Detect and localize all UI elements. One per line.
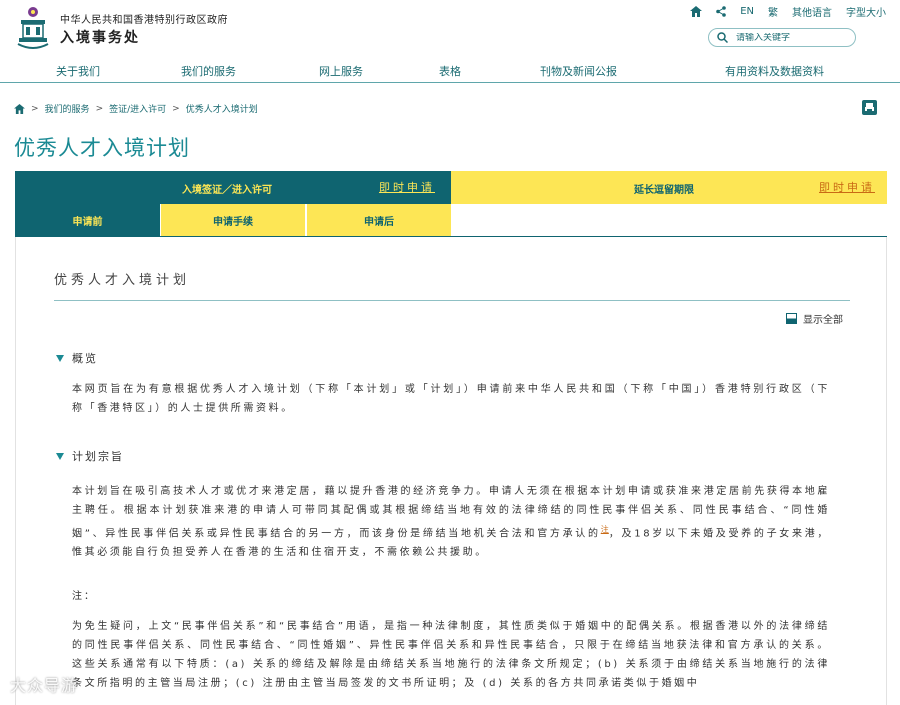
top-links: EN 繁 其他语言 字型大小	[690, 4, 886, 19]
hksar-emblem-icon[interactable]	[14, 6, 52, 50]
section-objective-label: 计划宗旨	[72, 450, 124, 463]
search-input[interactable]	[736, 32, 846, 43]
watermark: 大众导游	[10, 676, 79, 695]
breadcrumb-separator: >	[31, 103, 39, 114]
lang-tc-link[interactable]: 繁	[768, 4, 778, 19]
search-box	[708, 28, 856, 47]
sub-tabs: 申请前 申请手续 申请后	[15, 204, 451, 237]
tab-entry-visa-label: 入境签证／进入许可	[182, 185, 272, 196]
page-title: 优秀人才入境计划	[14, 136, 190, 160]
main-nav: 关于我们 我们的服务 网上服务 表格 刊物及新闻公报 有用资料及数据资料	[0, 58, 900, 83]
tab-extension[interactable]: 延长逗留期限 即时申请	[451, 171, 887, 204]
expand-all-icon	[786, 313, 797, 324]
subtab-before-apply[interactable]: 申请前	[15, 204, 160, 237]
subtab-procedure[interactable]: 申请手续	[160, 204, 305, 237]
nav-forms[interactable]: 表格	[439, 63, 461, 79]
overview-text: 本网页旨在为有意根据优秀人才入境计划（下称「本计划」或「计划」）申请前来中华人民…	[72, 384, 830, 414]
collapse-triangle-icon	[56, 354, 64, 362]
apply-now-link[interactable]: 即时申请	[379, 179, 435, 195]
subtab-after-apply[interactable]: 申请后	[306, 204, 451, 237]
lang-en-link[interactable]: EN	[740, 6, 754, 17]
home-icon[interactable]	[690, 6, 703, 17]
main-tabs: 入境签证／进入许可 即时申请 延长逗留期限 即时申请	[15, 171, 887, 204]
nav-publications[interactable]: 刊物及新闻公报	[540, 63, 617, 79]
section-overview-label: 概览	[72, 352, 98, 365]
note-text: 为免生疑问，上文“民事伴侣关系”和“民事结合”用语，是指一种法律制度，其性质类似…	[72, 621, 830, 689]
tab-entry-visa[interactable]: 入境签证／进入许可 即时申请	[15, 171, 451, 204]
nav-our-services[interactable]: 我们的服务	[181, 63, 236, 79]
nav-about-us[interactable]: 关于我们	[56, 63, 100, 79]
section-overview-heading[interactable]: 概览	[56, 350, 98, 366]
nav-useful-info[interactable]: 有用资料及数据资料	[725, 63, 824, 79]
nav-online-services[interactable]: 网上服务	[319, 63, 363, 79]
objective-text: 本计划旨在吸引高技术人才或优才来港定居，藉以提升香港的经济竞争力。申请人无须在根…	[72, 482, 830, 562]
show-all-label: 显示全部	[803, 315, 843, 326]
home-icon[interactable]	[14, 103, 25, 114]
breadcrumb-current: 优秀人才入境计划	[185, 105, 258, 115]
font-size-link[interactable]: 字型大小	[846, 4, 886, 19]
share-icon[interactable]	[716, 6, 726, 17]
print-icon[interactable]	[862, 100, 877, 115]
breadcrumb: > 我们的服务 > 签证/进入许可 > 优秀人才入境计划	[14, 102, 258, 115]
apply-now-link-extension[interactable]: 即时申请	[819, 179, 875, 195]
other-languages-link[interactable]: 其他语言	[792, 4, 832, 19]
content-panel: 优秀人才入境计划 显示全部 概览 本网页旨在为有意根据优秀人才入境计划（下称「本…	[15, 237, 887, 705]
show-all-toggle[interactable]: 显示全部	[786, 311, 843, 326]
search-icon[interactable]	[717, 32, 728, 43]
note-label: 注：	[72, 591, 96, 602]
breadcrumb-separator: >	[172, 103, 180, 114]
footnote-link[interactable]: 注	[601, 525, 609, 534]
tab-extension-label: 延长逗留期限	[634, 185, 694, 196]
breadcrumb-our-services[interactable]: 我们的服务	[45, 102, 90, 115]
site-header: 中华人民共和国香港特别行政区政府 入境事务处 EN 繁 其他语言 字型大小	[0, 0, 900, 58]
breadcrumb-separator: >	[95, 103, 104, 114]
printer-icon	[865, 103, 874, 112]
department-name[interactable]: 入境事务处	[60, 27, 140, 47]
breadcrumb-visas[interactable]: 签证/进入许可	[109, 102, 166, 115]
section-objective-heading[interactable]: 计划宗旨	[56, 448, 124, 464]
title-divider	[54, 300, 850, 301]
collapse-triangle-icon	[56, 452, 64, 460]
government-name: 中华人民共和国香港特别行政区政府	[60, 15, 228, 26]
content-title: 优秀人才入境计划	[54, 273, 191, 288]
